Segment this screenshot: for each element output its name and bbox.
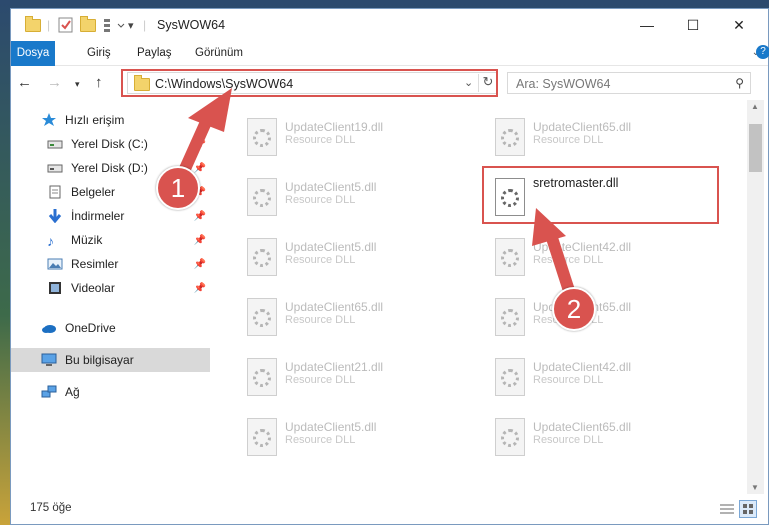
arrow-2-head — [532, 208, 566, 246]
annotation-arrows — [174, 88, 578, 302]
step-badge-1: 1 — [156, 166, 200, 210]
arrow-1-head — [188, 88, 232, 132]
step-badge-2: 2 — [552, 287, 596, 331]
